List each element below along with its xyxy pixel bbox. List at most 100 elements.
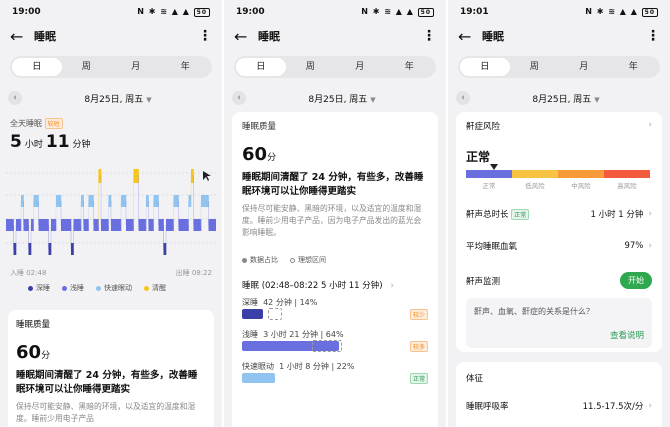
sleep-period[interactable]: 睡眠 (02:48–08:22 5 小时 11 分钟) › bbox=[242, 279, 428, 291]
legend-light: 浅睡 bbox=[62, 283, 84, 293]
stage-segment bbox=[101, 219, 104, 231]
screen-daily-sleep: 19:00 N ✱ ≋ ▲ ▲ 50 ← 睡眠 ⋮ 日 周 月 年 ‹ 8月25… bbox=[0, 0, 222, 427]
breathing-rate-row[interactable]: 睡眠呼吸率 11.5-17.5次/分 › bbox=[466, 400, 652, 412]
stage-segment bbox=[6, 219, 9, 231]
stage-segment bbox=[33, 195, 37, 207]
stage-segment bbox=[43, 219, 47, 231]
stage-segment bbox=[173, 195, 177, 207]
chevron-right-icon: › bbox=[648, 241, 652, 251]
chevron-down-icon: ▼ bbox=[370, 95, 376, 104]
summary-badge: 较短 bbox=[44, 118, 63, 129]
legend-deep: 深睡 bbox=[28, 283, 50, 293]
date-label[interactable]: 8月25日, 周五 ▼ bbox=[246, 92, 438, 105]
stage-track bbox=[242, 308, 417, 320]
date-label[interactable]: 8月25日, 周五 ▼ bbox=[22, 92, 214, 105]
snore-duration-row[interactable]: 鼾声总时长 正常 1 小时 1 分钟 › bbox=[466, 208, 652, 220]
battery-icon: 50 bbox=[193, 8, 210, 17]
stage-segment bbox=[178, 219, 182, 231]
prev-date-icon[interactable]: ‹ bbox=[456, 91, 470, 105]
chevron-right-icon: › bbox=[648, 120, 652, 130]
score-value: 60 bbox=[16, 342, 42, 363]
tab-month[interactable]: 月 bbox=[335, 58, 385, 76]
view-explanation-link[interactable]: 查看说明 bbox=[474, 329, 644, 341]
legend-rem: 快速眼动 bbox=[96, 283, 132, 293]
status-bar: 19:01 N ✱ ≋ ▲ ▲ 50 bbox=[448, 0, 670, 24]
battery-icon: 50 bbox=[641, 8, 658, 17]
breathing-rate-label: 睡眠呼吸率 bbox=[466, 402, 509, 412]
sleep-period-text: 睡眠 (02:48–08:22 5 小时 11 分钟) bbox=[242, 281, 383, 291]
stage-segment bbox=[66, 219, 69, 231]
light-dot-icon bbox=[62, 285, 67, 291]
stage-segment bbox=[153, 195, 157, 207]
summary-label-row: 全天睡眠 较短 bbox=[10, 118, 63, 129]
quality-description: 保持尽可能安静、黑暗的环境，以及适宜的温度和湿度。睡前少用电子产品，因为电子产品… bbox=[242, 204, 422, 237]
status-icons: N ✱ ≋ ▲ ▲ 50 bbox=[585, 7, 658, 17]
snore-duration-label: 鼾声总时长 bbox=[466, 210, 509, 220]
total-sleep-time: 5 小时 11 分钟 bbox=[10, 132, 94, 152]
snore-risk-status: 正常 bbox=[466, 150, 491, 164]
vital-signs-card: 体征 睡眠呼吸率 11.5-17.5次/分 › bbox=[456, 362, 662, 427]
status-icons: N ✱ ≋ ▲ ▲ 50 bbox=[137, 7, 210, 17]
tab-year[interactable]: 年 bbox=[161, 58, 211, 76]
tab-month[interactable]: 月 bbox=[111, 58, 161, 76]
date-label[interactable]: 8月25日, 周五 ▼ bbox=[470, 92, 662, 105]
stage-segment bbox=[63, 219, 67, 231]
tab-day[interactable]: 日 bbox=[12, 58, 62, 76]
stage-segment bbox=[116, 219, 119, 231]
wake-up-time: 出睡 08:22 bbox=[175, 269, 212, 277]
risk-segment-low bbox=[512, 170, 558, 178]
stage-segment bbox=[193, 219, 197, 231]
stage-segment bbox=[213, 219, 216, 231]
vital-signs-title: 体征 bbox=[466, 374, 484, 384]
start-monitor-button[interactable]: 开始 bbox=[620, 272, 652, 289]
more-options-icon[interactable]: ⋮ bbox=[646, 28, 660, 44]
stage-track bbox=[242, 373, 417, 383]
snore-monitor-row: 鼾声监测 开始 bbox=[466, 272, 652, 289]
screen-snore-risk: 19:01 N ✱ ≋ ▲ ▲ 50 ← 睡眠 ⋮ 日 周 月 年 ‹ 8月25… bbox=[448, 0, 670, 427]
stage-segment bbox=[141, 219, 144, 231]
date-text: 8月25日, 周五 bbox=[84, 94, 144, 105]
tab-week[interactable]: 周 bbox=[62, 58, 112, 76]
tab-week[interactable]: 周 bbox=[286, 58, 336, 76]
stage-segment bbox=[73, 219, 77, 231]
tab-month[interactable]: 月 bbox=[559, 58, 609, 76]
more-options-icon[interactable]: ⋮ bbox=[198, 28, 212, 44]
quality-card[interactable]: 睡眠质量 60分 睡眠期间清醒了 24 分钟，有些多，改善睡眠环境可以让你睡得更… bbox=[8, 310, 214, 427]
stage-segment bbox=[126, 219, 129, 231]
stage-segment bbox=[158, 219, 162, 231]
prev-date-icon[interactable]: ‹ bbox=[8, 91, 22, 105]
stage-tag: 正常 bbox=[409, 373, 428, 384]
tab-day[interactable]: 日 bbox=[236, 58, 286, 76]
legend-ideal-label: 理想区间 bbox=[298, 256, 326, 264]
legend-rem-label: 快速眼动 bbox=[104, 284, 132, 292]
stage-segment bbox=[83, 219, 87, 231]
hours-value: 5 bbox=[10, 132, 22, 152]
stage-legend: 数据占比 理想区间 bbox=[242, 255, 428, 265]
quality-headline: 睡眠期间清醒了 24 分钟，有些多，改善睡眠环境可以让你睡得更踏实 bbox=[16, 370, 198, 395]
back-arrow-icon[interactable]: ← bbox=[10, 27, 34, 46]
status-time: 19:01 bbox=[460, 7, 489, 17]
risk-segment-normal bbox=[466, 170, 512, 178]
prev-date-icon[interactable]: ‹ bbox=[232, 91, 246, 105]
page-title: 睡眠 bbox=[34, 30, 56, 43]
stage-segment bbox=[203, 195, 207, 207]
more-options-icon[interactable]: ⋮ bbox=[422, 28, 436, 44]
status-time: 19:00 bbox=[12, 7, 41, 17]
date-selector: ‹ 8月25日, 周五 ▼ bbox=[8, 88, 214, 108]
snore-duration-value: 1 小时 1 分钟 bbox=[590, 210, 644, 220]
back-arrow-icon[interactable]: ← bbox=[234, 27, 258, 46]
stage-segment bbox=[103, 219, 107, 231]
risk-scale-labels: 正常 低风险 中风险 高风险 bbox=[466, 180, 650, 190]
status-time: 19:00 bbox=[236, 7, 265, 17]
tab-year[interactable]: 年 bbox=[609, 58, 659, 76]
snore-risk-header[interactable]: 鼾症风险 › bbox=[466, 120, 652, 132]
risk-label-low: 低风险 bbox=[525, 182, 545, 190]
tab-year[interactable]: 年 bbox=[385, 58, 435, 76]
stage-segment bbox=[148, 219, 152, 231]
stage-name: 浅睡 bbox=[242, 330, 258, 339]
tab-week[interactable]: 周 bbox=[510, 58, 560, 76]
tab-day[interactable]: 日 bbox=[460, 58, 510, 76]
stage-row-rem: 快速眼动 1 小时 8 分钟 | 22% 正常 bbox=[242, 361, 428, 393]
back-arrow-icon[interactable]: ← bbox=[458, 27, 482, 46]
blood-oxygen-row[interactable]: 平均睡眠血氧 97% › bbox=[466, 240, 652, 252]
